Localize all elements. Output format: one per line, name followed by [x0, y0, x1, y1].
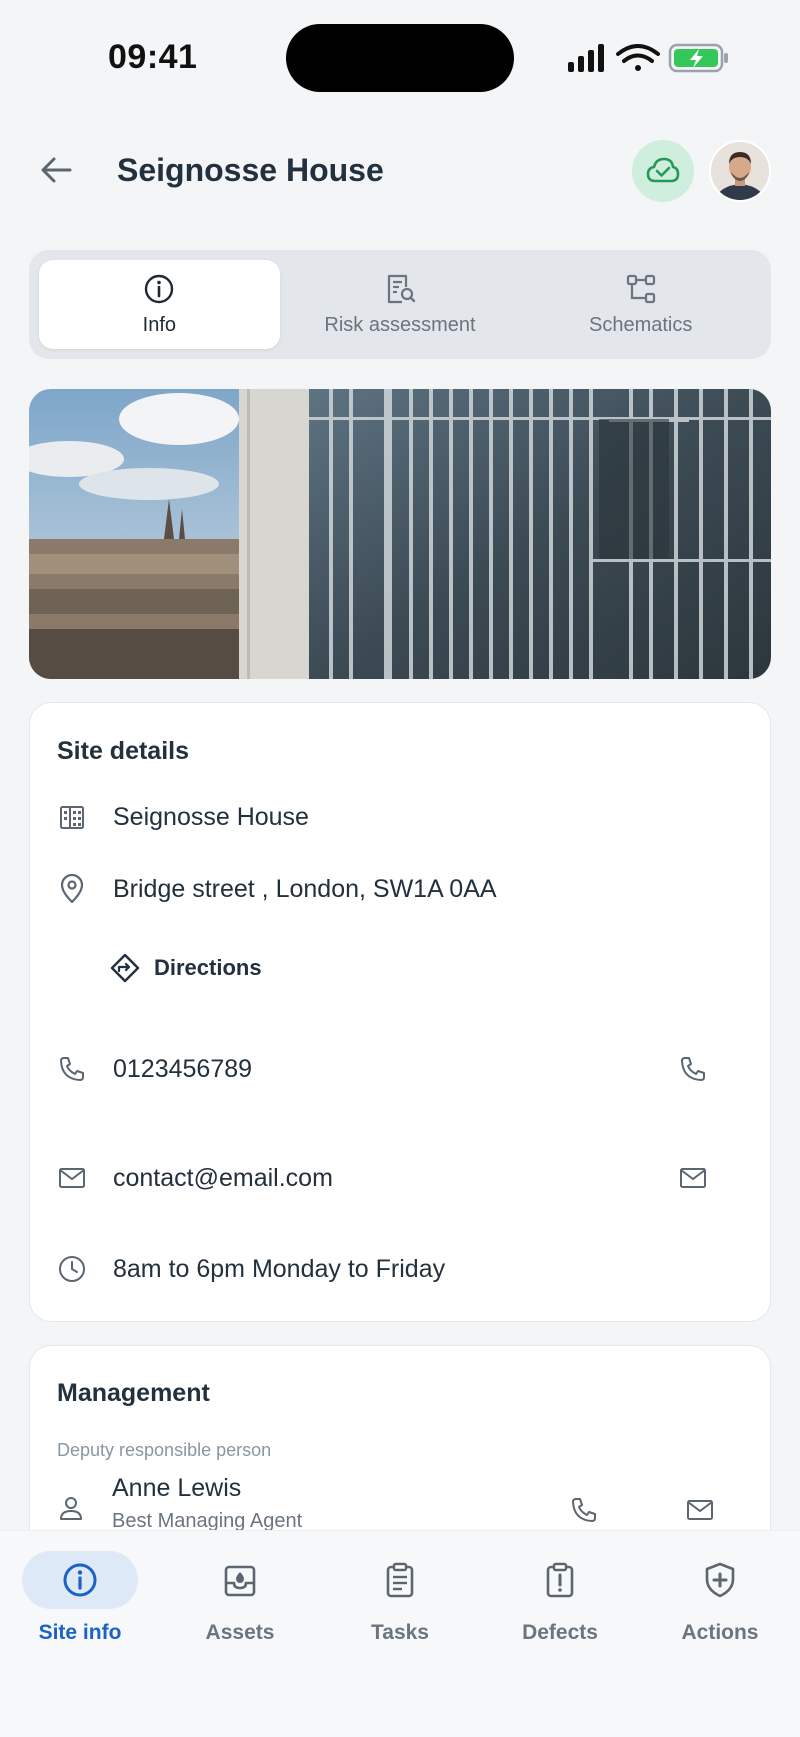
directions-icon	[110, 953, 140, 983]
status-time: 09:41	[108, 38, 198, 76]
site-email: contact@email.com	[113, 1163, 333, 1192]
back-button[interactable]	[34, 148, 78, 192]
tab-schematics[interactable]: Schematics	[520, 260, 761, 349]
tab-label: Risk assessment	[324, 314, 476, 336]
nav-label: Tasks	[371, 1621, 429, 1644]
location-pin-icon	[57, 874, 87, 904]
shield-plus-icon	[662, 1551, 778, 1609]
info-icon	[22, 1551, 138, 1609]
tab-risk-assessment[interactable]: Risk assessment	[280, 260, 521, 349]
site-address: Bridge street , London, SW1A 0AA	[113, 874, 497, 903]
nav-label: Actions	[681, 1621, 759, 1644]
user-photo	[711, 142, 769, 200]
email-row: contact@email.com	[57, 1156, 743, 1200]
card-title: Management	[57, 1379, 210, 1407]
nav-label: Defects	[522, 1621, 598, 1644]
nav-label: Site info	[38, 1621, 122, 1644]
nav-site-info[interactable]: Site info	[10, 1551, 150, 1645]
call-person-button[interactable]	[564, 1490, 604, 1530]
phone-icon	[681, 1057, 705, 1081]
status-icons	[568, 43, 728, 73]
email-button[interactable]	[673, 1158, 713, 1198]
phone-icon	[572, 1498, 596, 1522]
directions-link[interactable]: Directions	[110, 948, 262, 988]
bottom-navigation: Site info Assets Tasks Defects Actions	[0, 1530, 800, 1737]
site-phone: 0123456789	[113, 1054, 253, 1083]
wifi-icon	[616, 44, 660, 71]
site-name-row: Seignosse House	[57, 795, 743, 839]
sync-button[interactable]	[632, 140, 694, 202]
document-search-icon	[383, 272, 417, 306]
building-icon	[57, 802, 87, 832]
phone-row: 0123456789	[57, 1047, 743, 1091]
site-photo	[29, 389, 771, 679]
cloud-check-icon	[646, 157, 680, 183]
nav-actions[interactable]: Actions	[650, 1551, 790, 1645]
address-row: Bridge street , London, SW1A 0AA	[57, 867, 743, 911]
opening-hours: 8am to 6pm Monday to Friday	[113, 1254, 446, 1283]
segment-tabs: Info Risk assessment Schematics	[29, 250, 771, 359]
schematic-icon	[624, 272, 658, 306]
clock-icon	[57, 1254, 87, 1284]
person-name: Anne Lewis	[112, 1474, 242, 1502]
hours-row: 8am to 6pm Monday to Friday	[57, 1247, 743, 1291]
nav-defects[interactable]: Defects	[490, 1551, 630, 1645]
nav-label: Assets	[205, 1621, 275, 1644]
directions-label: Directions	[154, 955, 262, 980]
dynamic-island	[286, 24, 514, 92]
clipboard-icon	[342, 1551, 458, 1609]
avatar[interactable]	[709, 140, 771, 202]
person-icon	[57, 1494, 85, 1527]
page-header: Seignosse House	[0, 130, 800, 210]
battery-icon	[668, 43, 728, 73]
page-title: Seignosse House	[117, 152, 384, 188]
site-name: Seignosse House	[113, 802, 309, 831]
defect-icon	[502, 1551, 618, 1609]
mail-icon	[680, 1168, 706, 1188]
tab-label: Schematics	[588, 314, 693, 336]
email-person-button[interactable]	[680, 1490, 720, 1530]
nav-tasks[interactable]: Tasks	[330, 1551, 470, 1645]
phone-icon	[57, 1054, 87, 1084]
tab-label: Info	[142, 314, 177, 336]
signal-icon	[568, 44, 604, 72]
tab-info[interactable]: Info	[39, 260, 280, 349]
arrow-left-icon	[41, 157, 72, 183]
info-icon	[142, 272, 176, 306]
building-photo	[29, 389, 771, 679]
card-title: Site details	[57, 737, 189, 765]
assets-icon	[182, 1551, 298, 1609]
call-button[interactable]	[673, 1049, 713, 1089]
mail-icon	[687, 1500, 713, 1520]
site-details-card: Site details Seignosse House Bridge stre…	[29, 702, 771, 1322]
nav-assets[interactable]: Assets	[170, 1551, 310, 1645]
status-bar: 09:41	[0, 0, 800, 116]
mail-icon	[57, 1163, 87, 1193]
management-subtitle: Deputy responsible person	[57, 1440, 272, 1460]
